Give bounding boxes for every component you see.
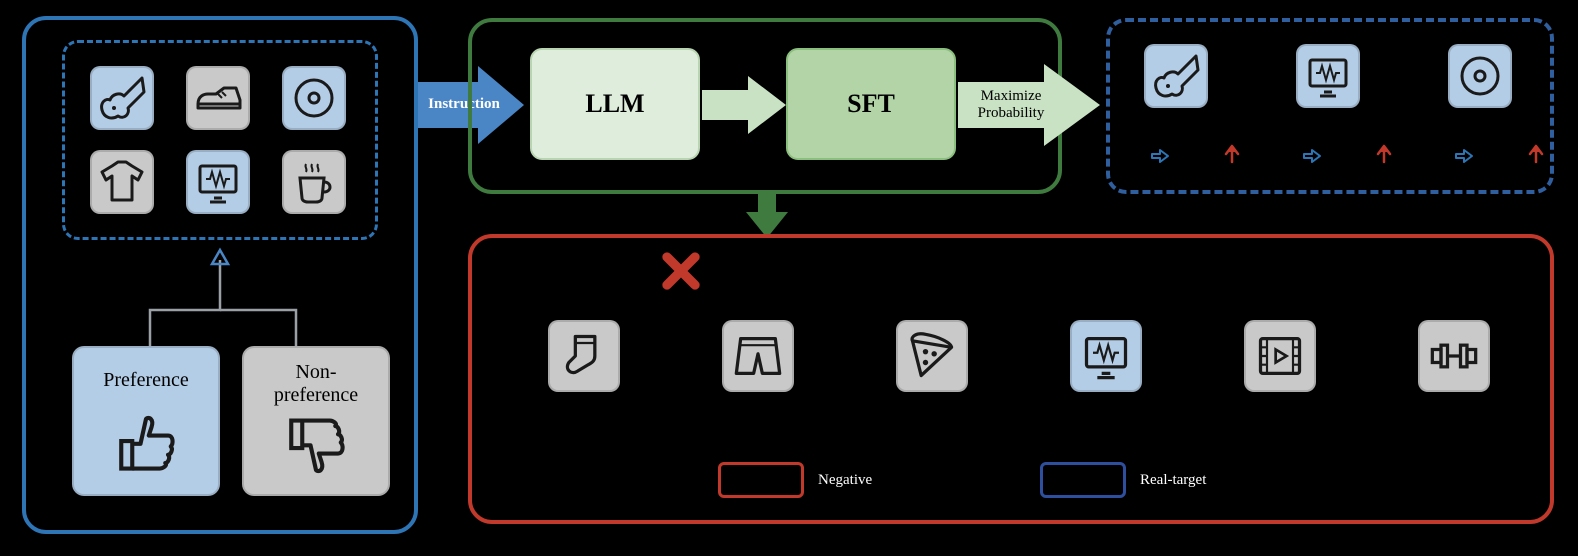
maxprob-text: MaximizeProbability (966, 88, 1056, 121)
sft-box: SFT (786, 48, 956, 160)
shorts-icon (722, 320, 794, 392)
bottom-panel (468, 234, 1554, 524)
disc-icon (282, 66, 346, 130)
pref-label: Preference (103, 369, 189, 392)
sneaker-icon (186, 66, 250, 130)
legend-positive-label: Real-target (1140, 472, 1206, 489)
pref-connector (60, 240, 380, 360)
x-mark-icon (660, 250, 702, 292)
down-arrow (742, 192, 792, 240)
llm-label: LLM (585, 89, 644, 119)
llm-box: LLM (530, 48, 700, 160)
sft-label: SFT (847, 89, 895, 119)
legend-positive-swatch (1040, 462, 1126, 498)
legend-negative-label: Negative (818, 472, 872, 489)
coffee-icon (282, 150, 346, 214)
movie-icon (1244, 320, 1316, 392)
nonpref-label-2: preference (274, 384, 358, 406)
tshirt-icon (90, 150, 154, 214)
llm-sft-arrow (702, 74, 788, 136)
up-arrow-icon (1220, 142, 1244, 166)
disc-icon (1448, 44, 1512, 108)
pref-card: Preference (72, 346, 220, 496)
dumbbell-icon (1418, 320, 1490, 392)
seq-arrow-icon (1300, 144, 1324, 168)
pizza-icon (896, 320, 968, 392)
sock-icon (548, 320, 620, 392)
tv-audio-icon (1070, 320, 1142, 392)
guitar-icon (1144, 44, 1208, 108)
seq-arrow-icon (1452, 144, 1476, 168)
tv-audio-icon (186, 150, 250, 214)
nonpref-card: Non- preference (242, 346, 390, 496)
nonpref-label-1: Non- (295, 361, 336, 383)
up-arrow-icon (1524, 142, 1548, 166)
legend-negative-swatch (718, 462, 804, 498)
tv-audio-icon (1296, 44, 1360, 108)
seq-arrow-icon (1148, 144, 1172, 168)
up-arrow-icon (1372, 142, 1396, 166)
guitar-icon (90, 66, 154, 130)
